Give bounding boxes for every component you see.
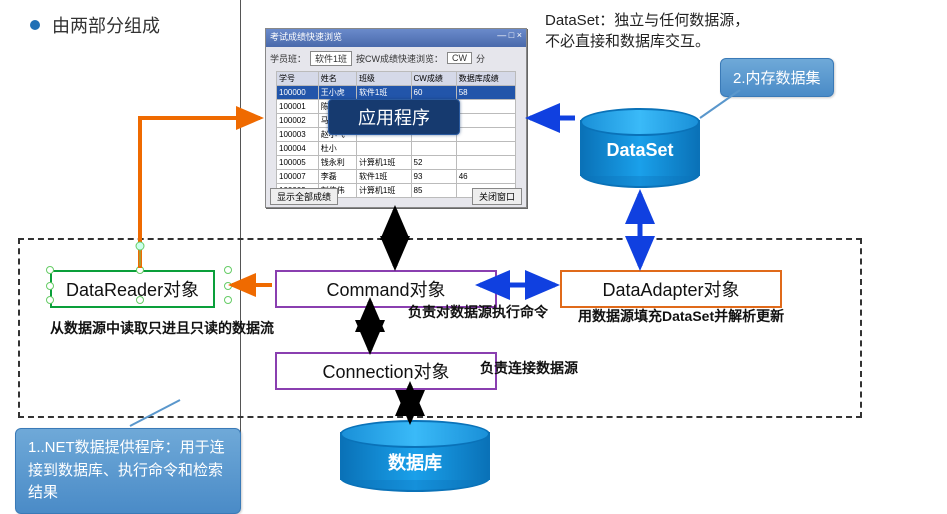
table-cell: 100000 [277,86,319,100]
close-window-button[interactable]: 关闭窗口 [472,188,522,205]
box-connection: Connection对象 [275,352,497,390]
application-tag-label: 应用程序 [358,104,430,130]
box-command-label: Command对象 [326,276,445,302]
desc-connection: 负责连接数据源 [480,358,578,379]
callout-memory-dataset-label: 2.内存数据集 [733,70,821,87]
window-bottombar: 显示全部成绩 关闭窗口 [270,188,522,205]
table-cell: 100004 [277,142,319,156]
callout-net-provider: 1..NET数据提供程序：用于连接到数据库、执行命令和检索结果 [15,428,241,514]
window-titlebar: 考试成绩快速浏览 — □ × [266,29,526,47]
table-cell: 钱永利 [318,156,356,170]
desc-command: 负责对数据源执行命令 [408,302,548,323]
dataset-desc-line1: DataSet：独立与任何数据源， [545,10,749,31]
callout-net-provider-label: 1..NET数据提供程序：用于连接到数据库、执行命令和检索结果 [28,439,225,501]
table-cell [456,128,515,142]
class-combo[interactable]: 软件1班 [310,51,352,66]
cylinder-dataset-label: DataSet [580,140,700,161]
table-cell: 93 [411,170,456,184]
table-row[interactable]: 100005钱永利计算机1班52 [277,156,516,170]
table-cell: 100007 [277,170,319,184]
table-header: 姓名 [318,72,356,86]
table-cell: 58 [456,86,515,100]
cylinder-database-label: 数据库 [340,449,490,475]
selection-handles [50,270,228,300]
table-cell [456,156,515,170]
desc-datareader: 从数据源中读取只进且只读的数据流 [50,318,274,339]
heading: 由两部分组成 [30,12,160,38]
table-cell: 52 [411,156,456,170]
toolbar-label-class: 学员班： [270,52,306,65]
heading-text: 由两部分组成 [52,12,160,38]
box-dataadapter: DataAdapter对象 [560,270,782,308]
window-title: 考试成绩快速浏览 [270,30,342,46]
toolbar-label-score: 分 [476,52,485,65]
table-header: 学号 [277,72,319,86]
cylinder-dataset: DataSet [580,108,700,188]
desc-dataadapter: 用数据源填充DataSet并解析更新 [578,306,784,327]
table-cell [456,142,515,156]
table-header: 数据库成绩 [456,72,515,86]
toolbar-label-cw: 按CW成绩快速浏览： [356,52,443,65]
table-row[interactable]: 100007李磊软件1班9346 [277,170,516,184]
cylinder-database: 数据库 [340,420,490,492]
table-cell [356,142,411,156]
table-cell: 46 [456,170,515,184]
dataset-desc-line2: 不必直接和数据库交互。 [545,31,749,52]
table-cell: 100005 [277,156,319,170]
table-row[interactable]: 100000王小虎软件1班6058 [277,86,516,100]
window-controls-icon[interactable]: — □ × [497,30,522,46]
application-tag: 应用程序 [328,99,460,135]
table-row[interactable]: 100004杜小 [277,142,516,156]
bullet-dot-icon [30,20,40,30]
dataset-description: DataSet：独立与任何数据源， 不必直接和数据库交互。 [545,10,749,52]
table-cell: 计算机1班 [356,156,411,170]
table-header: 班级 [356,72,411,86]
table-cell: 100003 [277,128,319,142]
show-all-button[interactable]: 显示全部成绩 [270,188,338,205]
table-cell [456,100,515,114]
cw-combo[interactable]: CW [447,52,472,64]
table-cell: 100001 [277,100,319,114]
table-cell [456,114,515,128]
table-cell: 软件1班 [356,86,411,100]
table-cell: 100002 [277,114,319,128]
table-cell [411,142,456,156]
window-toolbar: 学员班： 软件1班 按CW成绩快速浏览： CW 分 [266,47,526,69]
table-cell: 软件1班 [356,170,411,184]
table-cell: 60 [411,86,456,100]
box-connection-label: Connection对象 [322,358,449,384]
box-dataadapter-label: DataAdapter对象 [602,276,739,302]
table-cell: 李磊 [318,170,356,184]
callout-memory-dataset: 2.内存数据集 [720,58,834,97]
table-cell: 王小虎 [318,86,356,100]
table-cell: 杜小 [318,142,356,156]
table-header: CW成绩 [411,72,456,86]
